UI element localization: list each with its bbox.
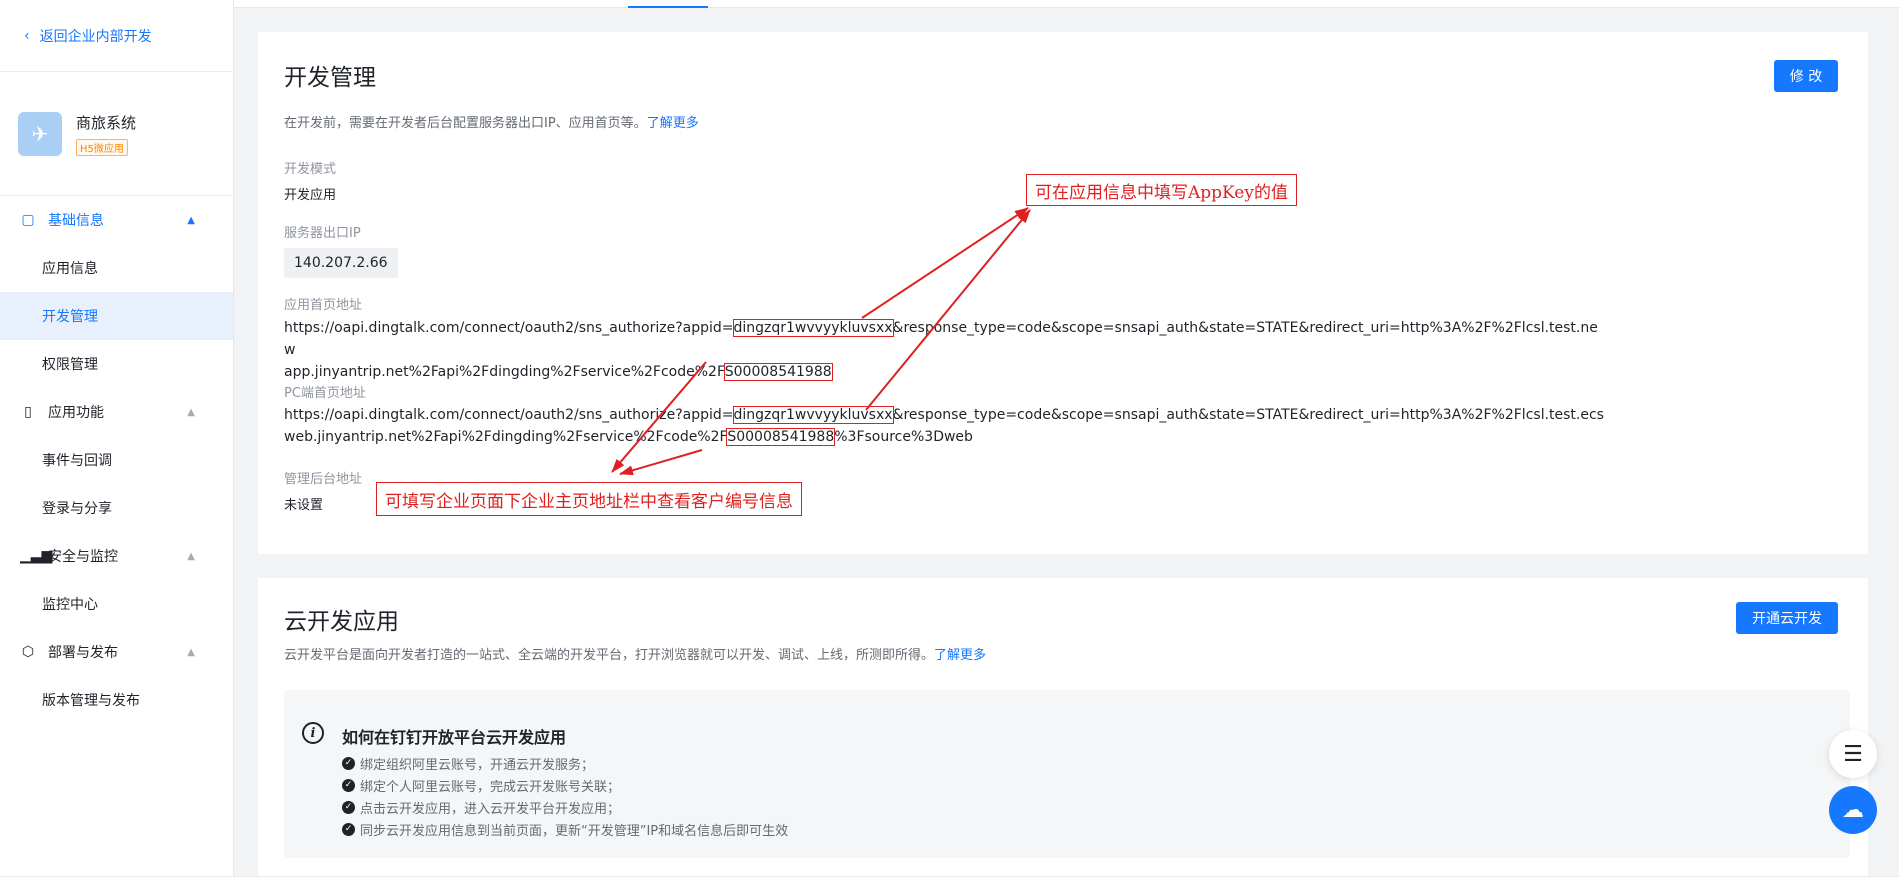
check-circle-icon: ✓	[342, 756, 355, 770]
cloud-description: 云开发平台是面向开发者打造的一站式、全云端的开发平台，打开浏览器就可以开发、调试…	[284, 644, 986, 663]
guide-steps: ✓ 绑定组织阿里云账号，开通云开发服务； ✓ 绑定个人阿里云账号，完成云开发账号关联…	[342, 752, 788, 840]
check-circle-icon: ✓	[342, 778, 355, 792]
assistant-float-button[interactable]: ☁	[1829, 786, 1877, 834]
list-item: ✓ 同步云开发应用信息到当前页面，更新“开发管理”IP和域名信息后即可生效	[342, 818, 788, 840]
info-icon: i	[302, 722, 324, 744]
browser-bottom-bar	[0, 876, 1899, 886]
learn-more-link[interactable]: 了解更多	[934, 648, 986, 663]
arrow-to-customer-note-2	[619, 449, 703, 476]
cloud-dev-card: 云开发应用 开通云开发 云开发平台是面向开发者打造的一站式、全云端的开发平台，打…	[258, 578, 1868, 886]
cloud-title: 云开发应用	[284, 609, 399, 635]
arrow-to-customer-note-1	[611, 361, 707, 473]
list-item: ✓ 绑定组织阿里云账号，开通云开发服务；	[342, 752, 788, 774]
list-item: ✓ 绑定个人阿里云账号，完成云开发账号关联；	[342, 774, 788, 796]
cloud-guide-box: i 如何在钉钉开放平台云开发应用 ✓ 绑定组织阿里云账号，开通云开发服务； ✓ 绑定…	[284, 690, 1850, 858]
check-circle-icon: ✓	[342, 822, 355, 836]
step-text: 同步云开发应用信息到当前页面，更新“开发管理”IP和域名信息后即可生效	[360, 823, 789, 839]
guide-title: 如何在钉钉开放平台云开发应用	[342, 728, 567, 747]
checklist-float-button[interactable]: ☰	[1829, 730, 1877, 778]
step-text: 点击云开发应用，进入云开发平台开发应用；	[360, 801, 621, 817]
check-circle-icon: ✓	[342, 800, 355, 814]
arrow-to-appkey-note-2	[865, 209, 1031, 411]
checklist-icon: ☰	[1843, 741, 1863, 767]
cloud-description-text: 云开发平台是面向开发者打造的一站式、全云端的开发平台，打开浏览器就可以开发、调试…	[284, 648, 935, 663]
arrow-to-appkey-note-1	[861, 207, 1029, 319]
list-item: ✓ 点击云开发应用，进入云开发平台开发应用；	[342, 796, 788, 818]
step-text: 绑定组织阿里云账号，开通云开发服务；	[360, 757, 595, 773]
step-text: 绑定个人阿里云账号，完成云开发账号关联；	[360, 779, 621, 795]
open-cloud-dev-button[interactable]: 开通云开发	[1736, 602, 1838, 634]
chat-bot-icon: ☁	[1842, 797, 1864, 823]
